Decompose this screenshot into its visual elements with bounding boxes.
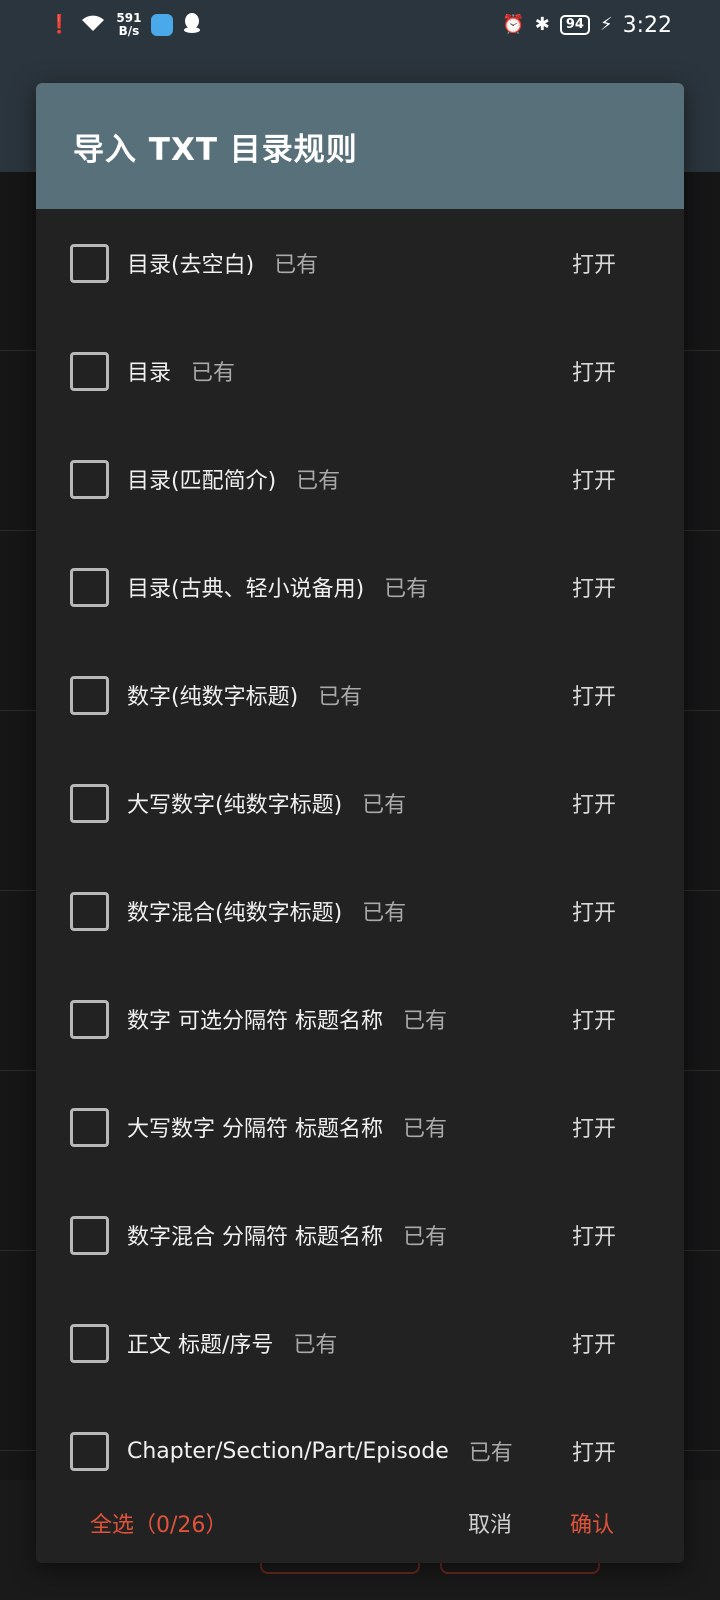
open-rule-button[interactable]: 打开 (572, 571, 616, 603)
rule-item[interactable]: 目录(去空白) 已有 打开 (36, 209, 684, 317)
rule-checkbox[interactable] (70, 999, 109, 1039)
rule-status: 已有 (468, 1441, 513, 1466)
status-right: ⏰ ✱ 94 ⚡ 3:22 (502, 13, 672, 38)
rule-checkbox[interactable] (70, 1107, 109, 1147)
rule-name: 目录(匹配简介) (127, 469, 277, 494)
rule-status: 已有 (191, 361, 236, 386)
rule-item[interactable]: 数字(纯数字标题) 已有 打开 (36, 641, 684, 749)
rule-checkbox[interactable] (70, 567, 109, 607)
rule-checkbox[interactable] (70, 243, 109, 283)
open-rule-button[interactable]: 打开 (572, 1003, 616, 1035)
dialog-title-bar: 导入 TXT 目录规则 (36, 83, 684, 209)
rule-name: 目录(古典、轻小说备用) (127, 577, 365, 602)
open-rule-button[interactable]: 打开 (572, 1219, 616, 1251)
net-speed-unit: B/s (118, 24, 140, 38)
rule-status: 已有 (296, 469, 341, 494)
rule-item[interactable]: 目录(匹配简介) 已有 打开 (36, 425, 684, 533)
rule-item[interactable]: 正文 标题/序号 已有 打开 (36, 1289, 684, 1397)
alarm-icon: ⏰ (502, 14, 525, 35)
rule-checkbox[interactable] (70, 1215, 109, 1255)
rule-status: 已有 (403, 1117, 448, 1142)
rule-name: 数字(纯数字标题) (127, 685, 299, 710)
rule-status: 已有 (362, 901, 407, 926)
open-rule-button[interactable]: 打开 (572, 895, 616, 927)
rule-item[interactable]: 目录(古典、轻小说备用) 已有 打开 (36, 533, 684, 641)
bluetooth-icon: ✱ (534, 14, 550, 35)
rule-item[interactable]: 数字混合 分隔符 标题名称 已有 打开 (36, 1181, 684, 1289)
dialog-footer: 全选（0/26） 取消 确认 (36, 1483, 684, 1563)
rule-checkbox[interactable] (70, 1431, 109, 1471)
rule-name: Chapter/Section/Part/Episode (127, 1438, 449, 1464)
battery-indicator: 94 (559, 15, 590, 35)
rule-status: 已有 (318, 685, 363, 710)
rule-status: 已有 (362, 793, 407, 818)
status-bar: ❗ 591 B/s ⏰ ✱ 94 ⚡ 3:22 (0, 0, 720, 50)
rule-checkbox[interactable] (70, 459, 109, 499)
rule-name: 数字混合 分隔符 标题名称 (127, 1225, 383, 1250)
rule-checkbox[interactable] (70, 1323, 109, 1363)
dialog-title: 导入 TXT 目录规则 (73, 131, 358, 168)
rule-checkbox[interactable] (70, 891, 109, 931)
rule-name: 大写数字(纯数字标题) (127, 793, 343, 818)
rule-item[interactable]: 数字 可选分隔符 标题名称 已有 打开 (36, 965, 684, 1073)
wifi-icon (80, 13, 106, 38)
rule-item[interactable]: 大写数字 分隔符 标题名称 已有 打开 (36, 1073, 684, 1181)
rule-status: 已有 (384, 577, 429, 602)
confirm-button[interactable]: 确认 (570, 1507, 614, 1539)
rule-item[interactable]: 目录 已有 打开 (36, 317, 684, 425)
open-rule-button[interactable]: 打开 (572, 1327, 616, 1359)
clock: 3:22 (622, 12, 672, 38)
rule-status: 已有 (403, 1225, 448, 1250)
rule-checkbox[interactable] (70, 675, 109, 715)
rule-item[interactable]: 大写数字(纯数字标题) 已有 打开 (36, 749, 684, 857)
net-speed: 591 B/s (116, 12, 141, 38)
open-rule-button[interactable]: 打开 (572, 787, 616, 819)
open-rule-button[interactable]: 打开 (572, 1435, 616, 1467)
select-all-button[interactable]: 全选（0/26） (90, 1507, 227, 1539)
rule-name: 大写数字 分隔符 标题名称 (127, 1117, 383, 1142)
rule-name: 数字 可选分隔符 标题名称 (127, 1009, 383, 1034)
open-rule-button[interactable]: 打开 (572, 247, 616, 279)
open-rule-button[interactable]: 打开 (572, 463, 616, 495)
cancel-button[interactable]: 取消 (468, 1507, 512, 1539)
open-rule-button[interactable]: 打开 (572, 355, 616, 387)
rule-name: 目录 (127, 361, 172, 386)
status-left: ❗ 591 B/s (48, 12, 201, 39)
rule-status: 已有 (274, 253, 319, 278)
alert-icon: ❗ (48, 14, 71, 35)
rule-item[interactable]: 数字混合(纯数字标题) 已有 打开 (36, 857, 684, 965)
rule-name: 正文 标题/序号 (127, 1333, 274, 1358)
rule-list: 目录(去空白) 已有 打开 目录 已有 打开 目录(匹配简介) 已有 打开 目录… (36, 209, 684, 1505)
qq-icon (183, 12, 201, 39)
open-rule-button[interactable]: 打开 (572, 1111, 616, 1143)
rule-name: 目录(去空白) (127, 253, 255, 278)
charging-icon: ⚡ (599, 14, 613, 35)
net-speed-value: 591 (116, 11, 142, 25)
open-rule-button[interactable]: 打开 (572, 679, 616, 711)
rule-checkbox[interactable] (70, 351, 109, 391)
import-rules-dialog: 导入 TXT 目录规则 目录(去空白) 已有 打开 目录 已有 打开 目录(匹配… (36, 83, 684, 1563)
rule-name: 数字混合(纯数字标题) (127, 901, 343, 926)
rule-checkbox[interactable] (70, 783, 109, 823)
rule-status: 已有 (403, 1009, 448, 1034)
app-notification-icon (151, 14, 174, 36)
rule-status: 已有 (293, 1333, 338, 1358)
